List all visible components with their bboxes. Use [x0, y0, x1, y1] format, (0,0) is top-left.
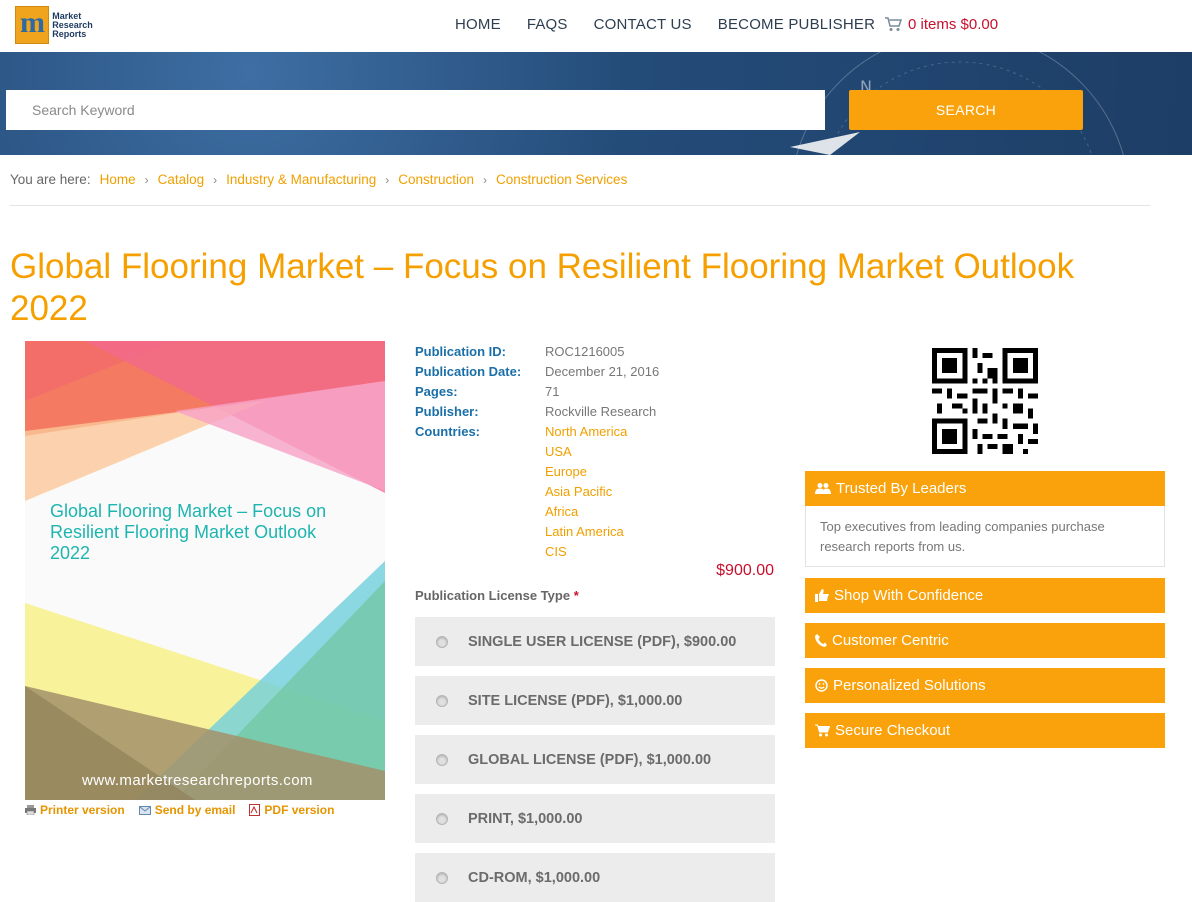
breadcrumb-construction[interactable]: Construction: [398, 172, 474, 187]
country-link[interactable]: Latin America: [545, 522, 624, 542]
trusted-by-leaders-text: Top executives from leading companies pu…: [820, 519, 1105, 554]
radio-button[interactable]: [436, 694, 448, 707]
country-link[interactable]: North America: [545, 422, 627, 442]
license-type-label: Publication License Type *: [415, 588, 579, 603]
search-button[interactable]: SEARCH: [849, 90, 1083, 130]
country-link[interactable]: Africa: [545, 502, 578, 522]
printer-version-link[interactable]: Printer version: [25, 803, 125, 817]
logo-mark-icon: m: [15, 6, 50, 44]
nav-faqs[interactable]: FAQS: [527, 16, 568, 33]
search-input[interactable]: [6, 90, 825, 130]
breadcrumb-prefix: You are here:: [10, 172, 91, 187]
publication-date-value: December 21, 2016: [545, 364, 660, 379]
breadcrumb-construction-services[interactable]: Construction Services: [496, 172, 627, 187]
cart-icon: [885, 17, 902, 31]
users-icon: [815, 483, 831, 494]
chevron-right-icon: ›: [483, 172, 488, 187]
cover-url: www.marketresearchreports.com: [82, 772, 313, 789]
thumbs-up-icon: [815, 589, 829, 602]
smile-icon: [815, 679, 828, 692]
cart-summary: 0 items $0.00: [908, 16, 999, 33]
phone-icon: [815, 634, 827, 647]
cover-title: Global Flooring Market – Focus on Resili…: [50, 501, 327, 563]
country-link[interactable]: CIS: [545, 542, 567, 562]
qr-code-icon: [932, 348, 1038, 454]
nav-home[interactable]: HOME: [455, 16, 501, 33]
send-by-email-link[interactable]: Send by email: [138, 803, 235, 817]
license-option[interactable]: GLOBAL LICENSE (PDF), $1,000.00: [415, 735, 775, 784]
pdf-version-link[interactable]: PDF version: [249, 803, 334, 817]
trusted-by-leaders-panel: Trusted By Leaders Top executives from l…: [805, 471, 1165, 567]
pdf-icon: [249, 804, 261, 816]
nav-become-publisher[interactable]: BECOME PUBLISHER: [718, 16, 875, 33]
license-option[interactable]: CD-ROM, $1,000.00: [415, 853, 775, 902]
chevron-right-icon: ›: [213, 172, 218, 187]
countries-label: Countries:: [415, 424, 480, 439]
chevron-right-icon: ›: [385, 172, 390, 187]
personalized-solutions-banner: Personalized Solutions: [805, 668, 1165, 703]
report-tools: Printer version Send by email PDF versio…: [25, 803, 334, 817]
search-banner: N SEARCH: [0, 52, 1192, 155]
email-icon: [138, 805, 151, 815]
cart-link[interactable]: 0 items $0.00: [885, 16, 998, 33]
license-option[interactable]: PRINT, $1,000.00: [415, 794, 775, 843]
main-nav: HOME FAQS CONTACT US BECOME PUBLISHER: [455, 16, 901, 33]
publication-date-label: Publication Date:: [415, 364, 522, 379]
site-logo[interactable]: m Market Research Reports: [15, 5, 95, 45]
publication-id-label: Publication ID:: [415, 344, 506, 359]
radio-button[interactable]: [436, 635, 448, 648]
radio-button[interactable]: [436, 871, 448, 884]
customer-centric-banner: Customer Centric: [805, 623, 1165, 658]
nav-contact-us[interactable]: CONTACT US: [594, 16, 692, 33]
pages-label: Pages:: [415, 384, 458, 399]
breadcrumb: You are here: Home › Catalog › Industry …: [10, 172, 627, 187]
publication-id-value: ROC1216005: [545, 344, 625, 359]
radio-button[interactable]: [436, 753, 448, 766]
breadcrumb-divider: [10, 205, 1150, 206]
country-link[interactable]: USA: [545, 442, 572, 462]
printer-icon: [25, 805, 36, 815]
publication-details: Publication ID: ROC1216005 Publication Da…: [415, 342, 659, 562]
breadcrumb-home[interactable]: Home: [100, 172, 136, 187]
radio-button[interactable]: [436, 812, 448, 825]
license-option[interactable]: SITE LICENSE (PDF), $1,000.00: [415, 676, 775, 725]
breadcrumb-industry-manufacturing[interactable]: Industry & Manufacturing: [226, 172, 376, 187]
price: $900.00: [716, 562, 774, 579]
pages-value: 71: [545, 384, 560, 399]
license-option[interactable]: SINGLE USER LICENSE (PDF), $900.00: [415, 617, 775, 666]
country-link[interactable]: Asia Pacific: [545, 482, 612, 502]
shopping-cart-icon: [815, 724, 830, 737]
breadcrumb-catalog[interactable]: Catalog: [158, 172, 205, 187]
trusted-by-leaders-header: Trusted By Leaders: [805, 471, 1165, 506]
shop-with-confidence-banner: Shop With Confidence: [805, 578, 1165, 613]
page-title: Global Flooring Market – Focus on Resili…: [10, 247, 1075, 328]
report-cover-image: [25, 341, 385, 800]
logo-text: Market Research Reports: [52, 10, 93, 39]
publisher-label: Publisher:: [415, 404, 479, 419]
country-link[interactable]: Europe: [545, 462, 587, 482]
publisher-value: Rockville Research: [545, 404, 657, 419]
chevron-right-icon: ›: [144, 172, 149, 187]
secure-checkout-banner: Secure Checkout: [805, 713, 1165, 748]
